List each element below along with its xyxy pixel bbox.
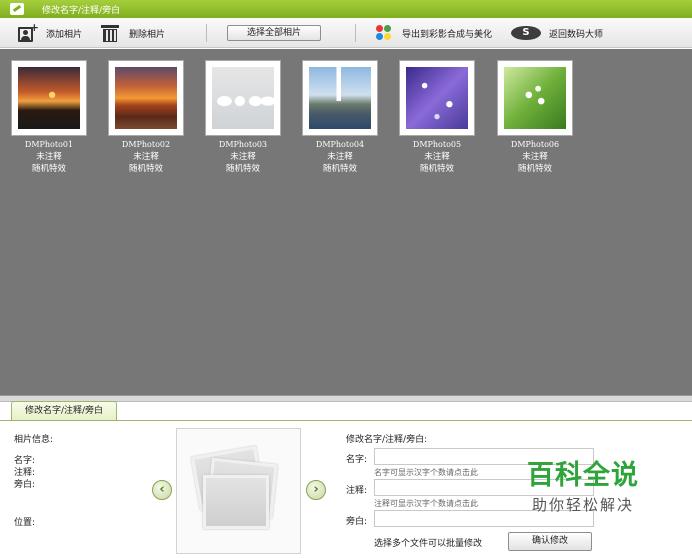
- lily-of-valley-image: [504, 67, 566, 129]
- placeholder-photo-icon: [203, 475, 269, 529]
- info-location-label: 位置:: [14, 518, 36, 528]
- back-s-icon: S: [511, 26, 541, 40]
- edit-name-label: 名字:: [346, 455, 368, 465]
- photo-gallery: DMPhoto01 未注释 随机特效 DMPhoto02 未注释 随机特效 DM…: [0, 49, 692, 395]
- photo-thumbnail[interactable]: [11, 60, 87, 136]
- toolbar-separator: [206, 24, 207, 42]
- add-photo-icon: +: [18, 21, 39, 42]
- title-bar: 修改名字/注释/旁白: [0, 0, 692, 18]
- photo-filename: DMPhoto03: [218, 140, 268, 149]
- select-all-button[interactable]: 选择全部相片: [227, 25, 321, 41]
- next-photo-button[interactable]: ›: [306, 480, 326, 500]
- photo-note: 未注释: [327, 152, 353, 162]
- photo-thumbnail[interactable]: [302, 60, 378, 136]
- tab-edit-name[interactable]: 修改名字/注释/旁白: [11, 401, 117, 420]
- photo-effect: 随机特效: [31, 164, 66, 174]
- watermark-subtitle: 助你轻松解决: [531, 496, 634, 514]
- toolbar-separator: [355, 24, 356, 42]
- photo-effect: 随机特效: [225, 164, 260, 174]
- photo-filename: DMPhoto05: [412, 140, 462, 149]
- sunset-couple-image: [18, 67, 80, 129]
- export-label: 导出到彩影合成与美化: [402, 29, 493, 40]
- purple-drops-image: [406, 67, 468, 129]
- edit-heading: 修改名字/注释/旁白:: [346, 435, 428, 445]
- watermark-title: 百科全说: [527, 460, 639, 491]
- lighthouse-image: [309, 67, 371, 129]
- photo-preview: [176, 428, 301, 554]
- photo-note: 未注释: [36, 152, 62, 162]
- photo-filename: DMPhoto06: [510, 140, 560, 149]
- photo-info-heading: 相片信息:: [14, 435, 54, 445]
- photo-filename: DMPhoto02: [121, 140, 171, 149]
- photo-note: 未注释: [424, 152, 450, 162]
- photo-effect: 随机特效: [128, 164, 163, 174]
- edit-narration-label: 旁白:: [346, 517, 368, 527]
- note-hint: 注释可显示汉字个数请点击此: [374, 499, 478, 508]
- photo-thumbnail[interactable]: [497, 60, 573, 136]
- batch-edit-hint: 选择多个文件可以批量修改: [374, 539, 483, 549]
- sea-sunset-image: [115, 67, 177, 129]
- photo-thumbnail[interactable]: [205, 60, 281, 136]
- app-edit-icon: [10, 3, 24, 15]
- photo-thumbnail[interactable]: [108, 60, 184, 136]
- photo-item[interactable]: DMPhoto05 未注释 随机特效: [399, 60, 475, 175]
- name-hint: 名字可显示汉字个数请点击此: [374, 468, 478, 477]
- photo-item[interactable]: DMPhoto06 未注释 随机特效: [497, 60, 573, 175]
- edit-note-label: 注释:: [346, 486, 368, 496]
- window-title: 修改名字/注释/旁白: [42, 6, 121, 16]
- photo-item[interactable]: DMPhoto02 未注释 随机特效: [108, 60, 184, 175]
- trash-icon: [101, 24, 119, 42]
- color-export-icon: [376, 25, 392, 41]
- photo-filename: DMPhoto01: [24, 140, 74, 149]
- add-photo-button[interactable]: + 添加相片: [18, 21, 83, 43]
- shoes-image: [212, 67, 274, 129]
- photo-effect: 随机特效: [419, 164, 454, 174]
- info-narration-label: 旁白:: [14, 480, 36, 490]
- photo-thumbnail[interactable]: [399, 60, 475, 136]
- delete-photo-label: 删除相片: [129, 29, 166, 40]
- photo-filename: DMPhoto04: [315, 140, 365, 149]
- photo-note: 未注释: [133, 152, 159, 162]
- photo-item[interactable]: DMPhoto03 未注释 随机特效: [205, 60, 281, 175]
- add-photo-label: 添加相片: [46, 29, 83, 40]
- toolbar: + 添加相片 删除相片 选择全部相片 导出到彩影合成与美化 S 返回数码大师: [0, 18, 692, 48]
- back-label: 返回数码大师: [549, 29, 604, 40]
- back-to-master-button[interactable]: S 返回数码大师: [511, 23, 603, 43]
- photo-effect: 随机特效: [322, 164, 357, 174]
- photo-item[interactable]: DMPhoto04 未注释 随机特效: [302, 60, 378, 175]
- confirm-edit-button[interactable]: 确认修改: [508, 532, 592, 551]
- photo-effect: 随机特效: [517, 164, 552, 174]
- photo-item[interactable]: DMPhoto01 未注释 随机特效: [11, 60, 87, 175]
- photo-note: 未注释: [522, 152, 548, 162]
- photo-note: 未注释: [230, 152, 256, 162]
- delete-photo-button[interactable]: 删除相片: [101, 23, 165, 43]
- export-button[interactable]: 导出到彩影合成与美化: [376, 23, 492, 43]
- prev-photo-button[interactable]: ‹: [152, 480, 172, 500]
- tab-strip: [0, 420, 692, 421]
- watermark: 百科全说 助你轻松解决: [494, 458, 672, 528]
